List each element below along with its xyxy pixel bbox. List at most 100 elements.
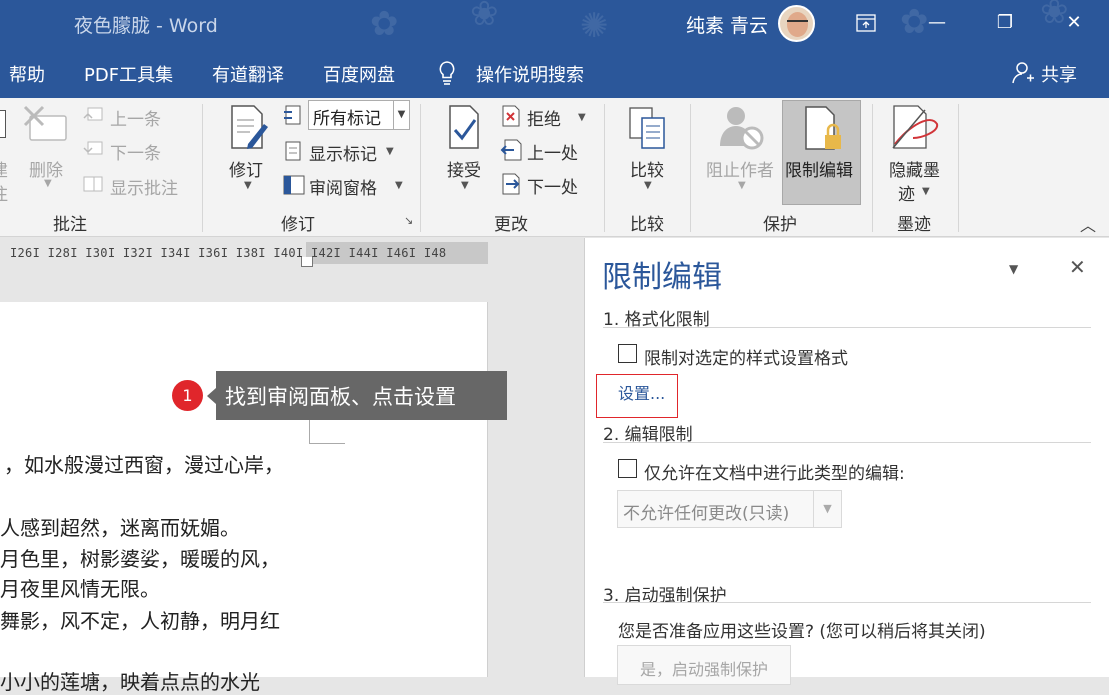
- format-restriction-checkbox[interactable]: [618, 344, 637, 363]
- previous-comment-icon: [82, 106, 104, 130]
- editing-type-dropdown[interactable]: 不允许任何更改(只读) ▼: [617, 490, 842, 528]
- ribbon: 建 注 删除 ▼ 上一条 下一条 显示批注 批注 修订 ▼ 所有标记 ▼ 显示标…: [0, 98, 1109, 237]
- block-authors-button[interactable]: 阻止作者: [706, 156, 774, 181]
- window-title: 夜色朦胧 - Word: [74, 15, 218, 37]
- menu-help[interactable]: 帮助: [9, 61, 45, 87]
- chevron-down-icon: ▼: [395, 180, 403, 191]
- avatar[interactable]: [778, 5, 815, 42]
- chevron-down-icon: ▼: [44, 178, 52, 189]
- ribbon-display-icon[interactable]: [849, 8, 883, 38]
- document-line: 月夜里风情无限。: [0, 577, 160, 601]
- delete-comment-icon: [22, 104, 70, 152]
- dialog-launcher-icon[interactable]: ↘: [404, 214, 413, 227]
- chevron-down-icon: ▼: [244, 180, 252, 191]
- ribbon-separator: [420, 104, 421, 232]
- restrict-editing-label: 限制编辑: [785, 161, 853, 181]
- chevron-down-icon: ▼: [578, 112, 586, 123]
- ribbon-separator: [958, 104, 959, 232]
- background-decoration: ❀: [470, 0, 499, 34]
- block-authors-icon: [716, 104, 768, 156]
- show-comments-icon: [82, 174, 104, 198]
- editing-restriction-label: 仅允许在文档中进行此类型的编辑:: [644, 464, 905, 484]
- track-changes-icon: [228, 104, 270, 156]
- chevron-down-icon: ▼: [393, 101, 409, 129]
- restrict-editing-button[interactable]: 限制编辑: [782, 100, 861, 205]
- markup-display-icon: [282, 104, 306, 132]
- document-line: 舞影，风不定，人初静，明月红: [0, 609, 280, 633]
- collapse-ribbon-icon[interactable]: ︿: [1080, 212, 1096, 236]
- accept-icon: [447, 104, 483, 156]
- markup-select-value: 所有标记: [313, 109, 381, 129]
- previous-change-icon: [500, 138, 522, 166]
- compare-button[interactable]: 比较: [630, 156, 664, 181]
- show-markup-button[interactable]: 显示标记: [309, 140, 377, 165]
- enforce-question: 您是否准备应用这些设置? (您可以稍后将其关闭): [618, 622, 986, 642]
- ribbon-separator: [690, 104, 691, 232]
- next-comment-icon: [82, 140, 104, 164]
- document-line: 人感到超然，迷离而妩媚。: [0, 516, 240, 540]
- menu-youdao[interactable]: 有道翻译: [212, 61, 284, 87]
- step-number-badge: 1: [172, 380, 203, 411]
- menu-baidu[interactable]: 百度网盘: [323, 61, 395, 87]
- format-restriction-label: 限制对选定的样式设置格式: [644, 349, 848, 369]
- start-enforcing-button[interactable]: 是，启动强制保护: [617, 645, 791, 685]
- group-label-tracking: 修订: [281, 215, 315, 235]
- next-change-button[interactable]: 下一处: [527, 173, 578, 198]
- horizontal-ruler: I26I I28I I30I I32I I34I I36I I38I I40I …: [0, 238, 584, 270]
- ruler-ticks: I26I I28I I30I I32I I34I I36I I38I I40I …: [10, 246, 447, 260]
- chevron-down-icon: ▼: [386, 146, 394, 157]
- restrict-editing-icon: [803, 105, 843, 157]
- lightbulb-icon: [437, 60, 457, 90]
- previous-change-button[interactable]: 上一处: [527, 139, 578, 164]
- menu-pdf-tools[interactable]: PDF工具集: [84, 61, 173, 87]
- new-comment-label-2[interactable]: 注: [0, 180, 8, 205]
- highlight-box: [596, 374, 678, 418]
- background-decoration: ✺: [580, 6, 609, 46]
- group-label-ink: 墨迹: [897, 215, 931, 235]
- indent-marker-icon[interactable]: [301, 257, 313, 267]
- ribbon-separator: [202, 104, 203, 232]
- hide-ink-label-line1[interactable]: 隐藏墨: [889, 156, 940, 181]
- hide-ink-label-line2[interactable]: 迹: [898, 180, 915, 205]
- previous-comment-button[interactable]: 上一条: [110, 105, 161, 130]
- restore-button[interactable]: ❐: [988, 8, 1022, 38]
- ribbon-separator: [604, 104, 605, 232]
- next-comment-button[interactable]: 下一条: [110, 139, 161, 164]
- hide-ink-icon: [891, 104, 941, 154]
- ribbon-separator: [872, 104, 873, 232]
- title-bar: ✿ ❀ ✺ ✿ ❀ 夜色朦胧 - Word 纯素 青云 — ❐ ✕: [0, 0, 1109, 48]
- minimize-button[interactable]: —: [920, 8, 954, 38]
- compare-icon: [628, 106, 668, 156]
- show-markup-icon: [282, 140, 306, 166]
- group-label-comments: 批注: [53, 215, 87, 235]
- reject-icon: [500, 104, 522, 132]
- new-comment-icon: [0, 110, 6, 138]
- show-comments-button[interactable]: 显示批注: [110, 174, 178, 199]
- share-button[interactable]: 共享: [1041, 61, 1077, 87]
- tell-me-search[interactable]: 操作说明搜索: [476, 61, 584, 87]
- pane-close-icon[interactable]: ✕: [1069, 255, 1086, 279]
- background-decoration: ✿: [370, 4, 399, 44]
- group-label-changes: 更改: [494, 215, 528, 235]
- reviewing-pane-button[interactable]: 审阅窗格: [309, 174, 377, 199]
- document-page[interactable]: ，如水般漫过西窗，漫过心岸， 人感到超然，迷离而妩媚。 月色里，树影婆娑，暖暖的…: [0, 302, 488, 694]
- section-divider: [603, 602, 1091, 603]
- document-line: 小小的莲塘，映着点点的水光: [0, 670, 260, 694]
- reject-button[interactable]: 拒绝: [527, 105, 561, 130]
- chevron-down-icon: ▼: [738, 180, 746, 191]
- new-comment-label-1[interactable]: 建: [0, 156, 8, 181]
- user-name[interactable]: 纯素 青云: [686, 11, 768, 38]
- document-line: ，如水般漫过西窗，漫过心岸，: [4, 453, 284, 477]
- close-button[interactable]: ✕: [1057, 8, 1091, 38]
- track-changes-button[interactable]: 修订: [229, 156, 263, 181]
- editing-type-value: 不允许任何更改(只读): [623, 504, 790, 524]
- editing-restriction-checkbox[interactable]: [618, 459, 637, 478]
- person-add-icon: [1012, 61, 1034, 89]
- pane-options-icon[interactable]: ▼: [1009, 262, 1018, 276]
- instruction-callout: 找到审阅面板、点击设置: [207, 371, 507, 420]
- chevron-down-icon: ▼: [461, 180, 469, 191]
- restrict-editing-pane: 限制编辑 ▼ ✕ 1. 格式化限制 限制对选定的样式设置格式 设置... 2. …: [584, 238, 1109, 685]
- markup-select[interactable]: 所有标记 ▼: [308, 100, 410, 130]
- next-change-icon: [500, 172, 522, 200]
- accept-button[interactable]: 接受: [447, 156, 481, 181]
